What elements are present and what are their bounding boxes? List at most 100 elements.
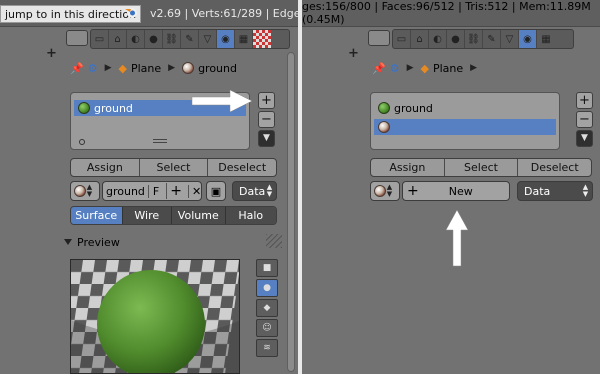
list-filter-icon[interactable] [79, 139, 85, 145]
slot-menu-button[interactable]: ▼ [258, 130, 275, 147]
material-slot-list: ground [370, 92, 560, 150]
editor-type-toggle[interactable] [66, 30, 88, 46]
material-icon [74, 185, 86, 197]
properties-tabs: ▭ ⌂ ◐ ● ⛓ ✎ ▽ ◉ ▦ [90, 29, 290, 49]
material-browse-button[interactable]: ▲ ▼ [370, 181, 400, 201]
updown-icon: ▲ ▼ [86, 183, 93, 198]
updown-icon: ▲ ▼ [266, 183, 273, 198]
preview-shape-list: ■ ● ◆ ☺ ≋ [256, 259, 278, 374]
data-tab-icon[interactable]: ▽ [199, 30, 217, 48]
arrow-up-icon [445, 209, 469, 267]
assign-button[interactable]: Assign [371, 159, 445, 176]
info-header: jump to in this direction v2.69 | Verts:… [0, 0, 298, 27]
material-tab-icon[interactable]: ◉ [519, 30, 537, 48]
slot-menu-button[interactable]: ▼ [576, 130, 593, 147]
drag-handle-icon[interactable] [266, 234, 282, 248]
hair-preview-icon[interactable]: ≋ [256, 339, 278, 357]
deselect-button[interactable]: Deselect [518, 159, 591, 176]
object-icon: ◆ [118, 61, 127, 75]
link-dropdown[interactable]: Data ▲ ▼ [517, 181, 593, 201]
checker-icon[interactable] [253, 30, 271, 48]
material-icon [182, 62, 195, 74]
remove-slot-button[interactable]: − [258, 111, 275, 128]
new-label: New [448, 184, 473, 198]
link-value: Data [239, 184, 266, 198]
breadcrumb-object: Plane [432, 61, 464, 75]
slot-name: ground [394, 101, 433, 115]
plus-icon[interactable]: + [166, 183, 185, 199]
scene-tab-icon[interactable]: ⌂ [109, 30, 127, 48]
object-icon: ◆ [420, 61, 429, 75]
material-name-field[interactable]: ground F + ✕ [102, 181, 202, 201]
updown-icon: ▲ ▼ [386, 183, 393, 198]
fake-user-toggle[interactable]: F [147, 184, 163, 198]
material-browse-button[interactable]: ▲ ▼ [70, 181, 100, 201]
cube-preview-icon[interactable]: ◆ [256, 299, 278, 317]
resize-grip[interactable] [153, 139, 167, 143]
deselect-button[interactable]: Deselect [208, 159, 276, 176]
save-icon[interactable]: ▣ [206, 181, 226, 201]
halo-tab[interactable]: Halo [225, 207, 276, 224]
monkey-preview-icon[interactable]: ☺ [256, 319, 278, 337]
editor-type-toggle[interactable] [368, 30, 390, 46]
render-tab-icon[interactable]: ▭ [393, 30, 411, 48]
constraint-tab-icon[interactable]: ⛓ [465, 30, 483, 48]
preview-label: Preview [77, 235, 120, 249]
material-slot-row-empty[interactable] [374, 119, 556, 135]
add-slot-button[interactable]: + [576, 92, 593, 109]
select-button[interactable]: Select [445, 159, 519, 176]
left-properties-panel: jump to in this direction v2.69 | Verts:… [0, 0, 298, 374]
new-material-button[interactable]: + New [402, 181, 510, 201]
preview-panel-header[interactable]: Preview [64, 232, 282, 252]
add-slot-button[interactable]: + [258, 92, 275, 109]
volume-tab[interactable]: Volume [172, 207, 226, 224]
object-tab-icon[interactable]: ● [145, 30, 163, 48]
link-dropdown[interactable]: Data ▲ ▼ [232, 181, 277, 201]
material-icon [378, 121, 390, 133]
sphere-icon [378, 102, 390, 114]
region-plus-icon[interactable]: + [348, 46, 359, 61]
object-tab-icon[interactable]: ● [447, 30, 465, 48]
blender-logo-icon [124, 7, 138, 22]
assign-row: Assign Select Deselect [370, 158, 592, 177]
plus-icon: + [407, 183, 419, 199]
breadcrumb: 📌 ⚙ ▶ ◆ Plane ▶ [372, 61, 478, 75]
data-tab-icon[interactable]: ▽ [501, 30, 519, 48]
material-icon [374, 185, 386, 197]
texture-tab-icon[interactable]: ▦ [537, 30, 555, 48]
constraint-tab-icon[interactable]: ⛓ [163, 30, 181, 48]
texture-tab-icon[interactable]: ▦ [235, 30, 253, 48]
world-tab-icon[interactable]: ◐ [429, 30, 447, 48]
slot-name: ground [94, 101, 133, 115]
breadcrumb-material: ground [198, 61, 237, 75]
scene-stats: ges:156/800 | Faces:96/512 | Tris:512 | … [302, 0, 591, 26]
sphere-preview-icon[interactable]: ● [256, 279, 278, 297]
modifier-tab-icon[interactable]: ✎ [483, 30, 501, 48]
updown-icon: ▲ ▼ [582, 183, 589, 198]
scrollbar[interactable] [287, 52, 295, 372]
select-button[interactable]: Select [140, 159, 209, 176]
breadcrumb: 📌 ⚙ ▶ ◆ Plane ▶ ground [70, 61, 237, 75]
flat-preview-icon[interactable]: ■ [256, 259, 278, 277]
region-plus-icon[interactable]: + [46, 46, 57, 61]
remove-slot-button[interactable]: − [576, 111, 593, 128]
pin-icon[interactable]: 📌 [372, 62, 386, 75]
sphere-icon [78, 102, 90, 114]
cross-icon[interactable]: ✕ [187, 184, 204, 198]
properties-tabs: ▭ ⌂ ◐ ● ⛓ ✎ ▽ ◉ ▦ [392, 29, 574, 49]
assign-row: Assign Select Deselect [70, 158, 277, 177]
collapse-icon [64, 239, 72, 245]
material-preview [70, 259, 240, 374]
material-name: ground [106, 184, 145, 198]
material-slot-row[interactable]: ground [374, 100, 556, 116]
assign-button[interactable]: Assign [71, 159, 140, 176]
arrow-right-icon [191, 89, 253, 113]
scene-tab-icon[interactable]: ⌂ [411, 30, 429, 48]
modifier-tab-icon[interactable]: ✎ [181, 30, 199, 48]
surface-tab[interactable]: Surface [71, 207, 123, 224]
render-tab-icon[interactable]: ▭ [91, 30, 109, 48]
world-tab-icon[interactable]: ◐ [127, 30, 145, 48]
wire-tab[interactable]: Wire [122, 207, 173, 224]
material-tab-icon[interactable]: ◉ [217, 30, 235, 48]
pin-icon[interactable]: 📌 [70, 62, 84, 75]
